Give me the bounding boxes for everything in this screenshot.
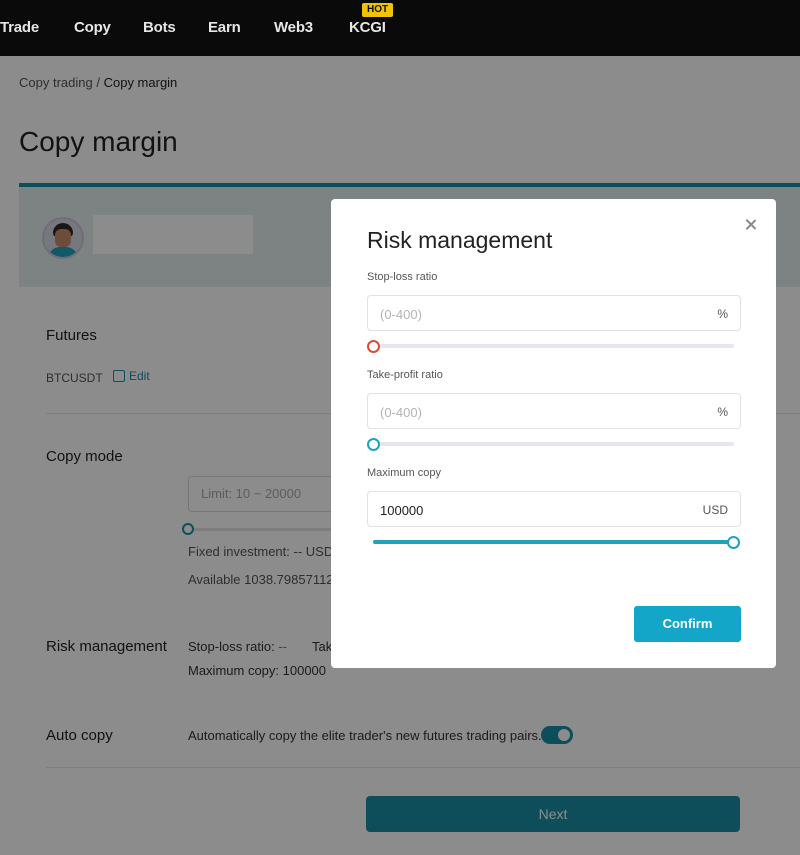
hot-badge: HOT [362,3,394,17]
nav-item-earn[interactable]: Earn [208,19,241,36]
confirm-button[interactable]: Confirm [634,606,741,642]
max-copy-slider-fill [373,540,734,544]
stop-loss-placeholder: (0-400) [380,307,422,322]
nav-item-copy[interactable]: Copy [74,19,111,36]
stop-loss-slider-track[interactable] [373,344,734,348]
nav-item-trade[interactable]: Trade [0,19,39,36]
stop-loss-slider-handle[interactable] [367,340,380,353]
modal-title: Risk management [367,227,553,253]
percent-unit: % [717,307,728,321]
usd-unit: USD [702,503,728,517]
stop-loss-label: Stop-loss ratio [367,271,438,283]
take-profit-slider-handle[interactable] [367,438,380,451]
max-copy-label: Maximum copy [367,467,441,479]
take-profit-input[interactable]: (0-400) % [367,393,741,429]
top-nav: Trade Copy Bots Earn Web3 KCGI HOT [0,0,800,56]
nav-item-bots[interactable]: Bots [143,19,176,36]
percent-unit: % [717,405,728,419]
stop-loss-input[interactable]: (0-400) % [367,295,741,331]
take-profit-slider-track[interactable] [373,442,734,446]
nav-item-web3[interactable]: Web3 [274,19,313,36]
max-copy-value: 100000 [380,503,424,518]
risk-management-modal: Risk management Stop-loss ratio (0-400) … [331,199,776,668]
take-profit-placeholder: (0-400) [380,405,422,420]
max-copy-slider-handle[interactable] [727,536,740,549]
close-icon[interactable] [743,217,759,233]
take-profit-label: Take-profit ratio [367,369,443,381]
nav-item-kcgi[interactable]: KCGI [349,19,386,36]
max-copy-input[interactable]: 100000 USD [367,491,741,527]
